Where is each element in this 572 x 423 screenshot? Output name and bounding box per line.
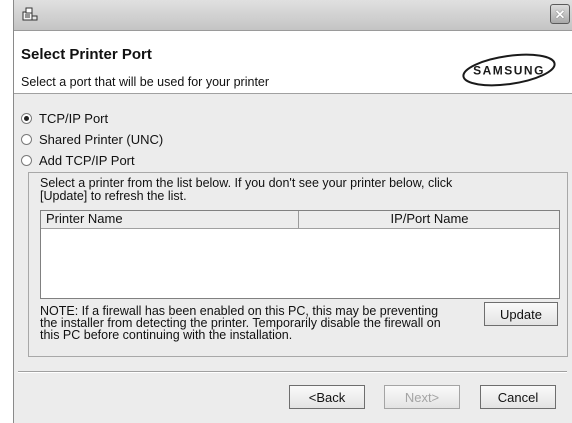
printer-list[interactable]: Printer Name IP/Port Name bbox=[40, 210, 560, 299]
installer-window: ✕ Select Printer Port Select a port that… bbox=[13, 0, 572, 423]
radio-option-add-tcp-ip-port[interactable]: Add TCP/IP Port bbox=[21, 152, 135, 169]
radio-button[interactable] bbox=[21, 134, 32, 145]
radio-option-tcp-ip-port[interactable]: TCP/IP Port bbox=[21, 110, 108, 127]
wizard-header: Select Printer Port Select a port that w… bbox=[14, 31, 572, 94]
column-header-ip-port-name[interactable]: IP/Port Name bbox=[300, 211, 559, 228]
list-header: Printer Name IP/Port Name bbox=[41, 211, 559, 229]
radio-button[interactable] bbox=[21, 113, 32, 124]
update-button[interactable]: Update bbox=[484, 302, 558, 326]
back-button[interactable]: <Back bbox=[289, 385, 365, 409]
firewall-note: NOTE: If a firewall has been enabled on … bbox=[40, 304, 441, 342]
samsung-logo: SAMSUNG bbox=[462, 53, 556, 87]
page-title: Select Printer Port bbox=[21, 46, 152, 63]
radio-label: Shared Printer (UNC) bbox=[39, 132, 164, 147]
cancel-button[interactable]: Cancel bbox=[480, 385, 556, 409]
column-header-printer-name[interactable]: Printer Name bbox=[41, 211, 299, 228]
radio-button[interactable] bbox=[21, 155, 32, 166]
close-icon: ✕ bbox=[554, 6, 566, 22]
radio-label: TCP/IP Port bbox=[39, 111, 109, 126]
radio-label: Add TCP/IP Port bbox=[39, 153, 135, 168]
installer-icon bbox=[22, 7, 38, 21]
close-button[interactable]: ✕ bbox=[550, 4, 570, 24]
page-subtitle: Select a port that will be used for your… bbox=[21, 75, 270, 89]
footer-divider bbox=[18, 371, 567, 373]
list-instruction: Select a printer from the list below. If… bbox=[40, 176, 453, 203]
logo-text: SAMSUNG bbox=[473, 64, 545, 78]
next-button[interactable]: Next> bbox=[384, 385, 460, 409]
radio-option-shared-printer-unc[interactable]: Shared Printer (UNC) bbox=[21, 131, 163, 148]
title-bar[interactable]: ✕ bbox=[14, 0, 572, 31]
printer-list-group: Select a printer from the list below. If… bbox=[28, 172, 568, 357]
